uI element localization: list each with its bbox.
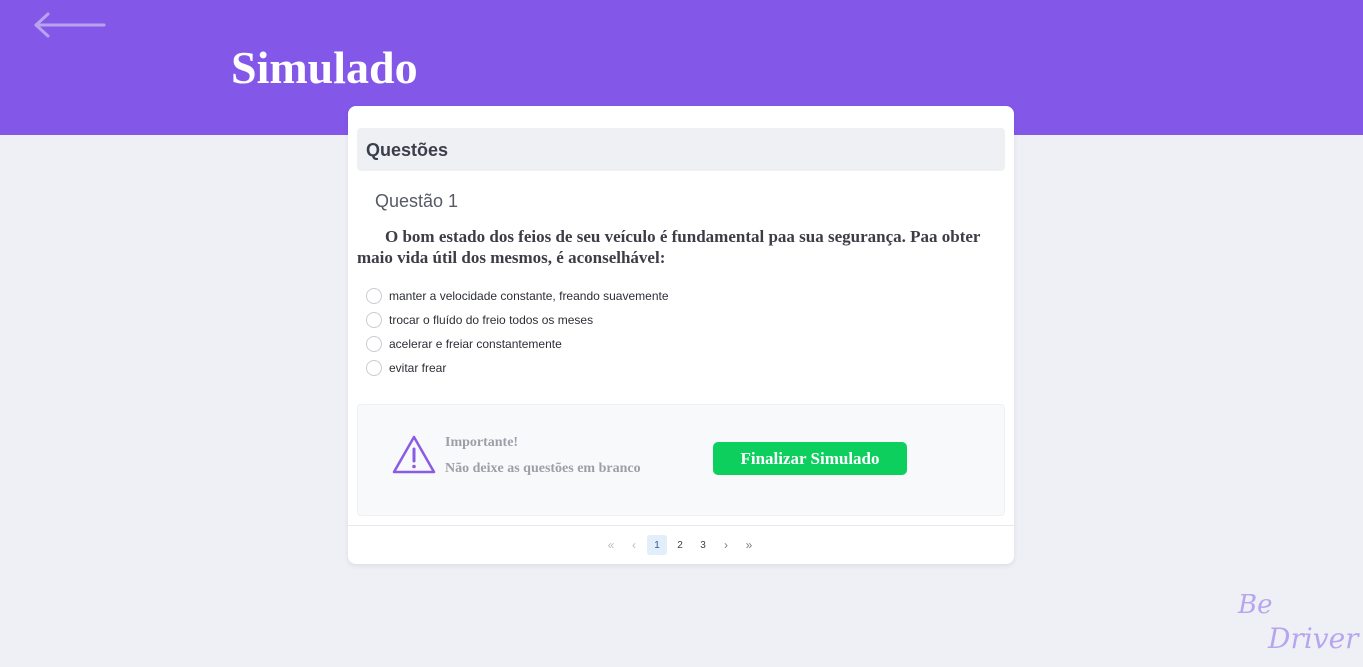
- answer-options: manter a velocidade constante, freando s…: [366, 284, 669, 380]
- card-header-label: Questões: [366, 140, 449, 160]
- pagination: « ‹ 1 2 3 › »: [601, 535, 762, 555]
- radio-button[interactable]: [366, 360, 382, 376]
- finish-exam-button[interactable]: Finalizar Simulado: [713, 442, 907, 475]
- question-text: O bom estado dos feios de seu veículo é …: [357, 227, 981, 267]
- answer-option-label: evitar frear: [389, 361, 447, 375]
- page-button-1[interactable]: 1: [647, 535, 667, 555]
- answer-option[interactable]: evitar frear: [366, 356, 669, 380]
- first-page-button[interactable]: «: [601, 535, 621, 555]
- page-button-2[interactable]: 2: [670, 535, 690, 555]
- answer-option-label: acelerar e freiar constantemente: [389, 337, 562, 351]
- notice-text: Não deixe as questões em branco: [445, 461, 641, 476]
- page-button-3[interactable]: 3: [693, 535, 713, 555]
- warning-triangle-icon: [392, 435, 436, 474]
- important-notice: Importante! Não deixe as questões em bra…: [357, 404, 1005, 516]
- card-header: Questões: [357, 128, 1005, 171]
- back-button[interactable]: [30, 10, 110, 42]
- answer-option-label: manter a velocidade constante, freando s…: [389, 289, 669, 303]
- questions-card: Questões Questão 1 O bom estado dos feio…: [348, 106, 1014, 564]
- answer-option-label: trocar o fluído do freio todos os meses: [389, 313, 594, 327]
- arrow-left-icon: [34, 12, 106, 38]
- brand-line-2: Driver: [1268, 622, 1359, 655]
- page-title: Simulado: [231, 42, 418, 93]
- next-page-button[interactable]: ›: [716, 535, 736, 555]
- answer-option[interactable]: trocar o fluído do freio todos os meses: [366, 308, 669, 332]
- radio-button[interactable]: [366, 336, 382, 352]
- brand-line-1: Be: [1238, 590, 1273, 620]
- divider: [348, 525, 1014, 526]
- brand-logo: Be Driver: [1230, 588, 1363, 667]
- answer-option[interactable]: acelerar e freiar constantemente: [366, 332, 669, 356]
- radio-button[interactable]: [366, 288, 382, 304]
- answer-option[interactable]: manter a velocidade constante, freando s…: [366, 284, 669, 308]
- radio-button[interactable]: [366, 312, 382, 328]
- question-number: Questão 1: [375, 191, 459, 211]
- prev-page-button[interactable]: ‹: [624, 535, 644, 555]
- last-page-button[interactable]: »: [739, 535, 759, 555]
- notice-title: Importante!: [445, 435, 519, 450]
